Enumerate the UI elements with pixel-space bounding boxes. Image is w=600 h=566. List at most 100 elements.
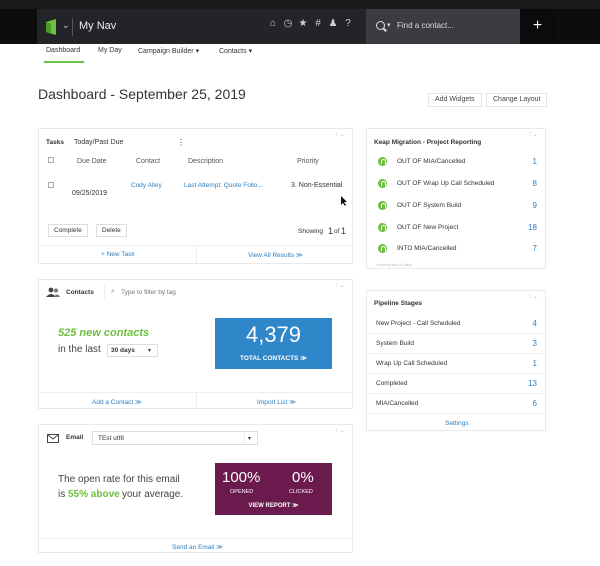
keap-row-value[interactable]: 9 — [517, 201, 537, 210]
open-rate-line-2-prefix: is — [58, 489, 66, 500]
star-icon[interactable]: ★ — [298, 18, 308, 29]
opened-label: OPENED — [230, 489, 254, 495]
column-header-due-date[interactable]: Due Date — [77, 158, 107, 165]
home-icon[interactable]: ⌂ — [268, 18, 278, 29]
clock-icon[interactable]: ◷ — [283, 18, 293, 29]
pipeline-row-divider — [367, 413, 545, 414]
tasks-title: Tasks — [46, 139, 64, 146]
open-rate-line-1: The open rate for this email — [58, 474, 180, 485]
contacts-title-divider — [104, 285, 105, 299]
page-title: Dashboard - September 25, 2019 — [38, 86, 246, 102]
pipeline-settings-link[interactable]: Settings — [445, 420, 469, 427]
task-description-link[interactable]: Last Attempt: Quote Follo... — [184, 182, 263, 189]
select-all-checkbox[interactable] — [48, 157, 54, 163]
tasks-menu-icon[interactable]: ⋮ — [177, 138, 185, 147]
add-button[interactable]: + — [520, 9, 555, 44]
status-icon — [378, 157, 387, 166]
open-rate-line-2-suffix: your average. — [122, 489, 184, 500]
add-widgets-button[interactable]: Add Widgets — [428, 93, 482, 107]
keap-row-label: OUT OF System Build — [397, 202, 462, 209]
import-list-link[interactable]: Import List ≫ — [257, 398, 296, 406]
email-title: Email — [66, 434, 84, 441]
email-select[interactable]: TEst utf8 ▾ — [92, 431, 258, 445]
app-window: ⌄ My Nav ⌂ ◷ ★ # ♟ ? ▾ + Dashboard My Da… — [0, 0, 600, 566]
keap-widget-tools-icon[interactable]: ⁝ ⌄ — [529, 131, 538, 138]
pipeline-stage-value[interactable]: 13 — [517, 379, 537, 388]
pipeline-widget-tools-icon[interactable]: ⁝ ⌄ — [529, 293, 538, 300]
clicked-label: CLICKED — [289, 489, 313, 495]
period-value: 30 days — [111, 347, 135, 354]
person-icon[interactable]: ♟ — [328, 18, 338, 29]
email-widget-tools-icon[interactable]: ⁝ ⌄ — [336, 427, 345, 434]
task-row-checkbox[interactable] — [48, 182, 54, 188]
column-header-contact[interactable]: Contact — [136, 158, 160, 165]
keap-row-label: OUT OF Wrap Up Call Scheduled — [397, 180, 495, 187]
total-contacts-label: TOTAL CONTACTS ≫ — [240, 355, 307, 362]
task-due-date: 09/25/2019 — [72, 190, 108, 197]
column-header-description[interactable]: Description — [188, 158, 223, 165]
search-chevron-down-icon[interactable]: ▾ — [387, 21, 391, 29]
pipeline-stage-value[interactable]: 1 — [517, 359, 537, 368]
pipeline-stage-value[interactable]: 6 — [517, 399, 537, 408]
email-select-value: TEst utf8 — [98, 435, 125, 442]
add-contact-link[interactable]: Add a Contact ≫ — [92, 398, 142, 406]
pipeline-stage-value[interactable]: 4 — [517, 319, 537, 328]
contacts-footer-separator — [196, 392, 197, 408]
app-logo-icon[interactable] — [44, 19, 58, 35]
tab-dashboard[interactable]: Dashboard — [46, 47, 80, 54]
status-icon — [378, 179, 387, 188]
view-report-link[interactable]: VIEW REPORT ≫ — [215, 502, 332, 509]
keap-migration-title: Keap Migration - Project Reporting — [374, 139, 482, 146]
showing-prefix: Showing — [298, 228, 323, 235]
keap-row-value[interactable]: 7 — [517, 244, 537, 253]
tag-filter-input[interactable] — [121, 287, 231, 297]
column-header-priority[interactable]: Priority — [297, 158, 319, 165]
total-contacts-box[interactable]: 4,379 TOTAL CONTACTS ≫ — [215, 318, 332, 369]
email-report-box[interactable]: 100% OPENED 0% CLICKED VIEW REPORT ≫ — [215, 463, 332, 515]
status-icon — [378, 201, 387, 210]
email-footer-divider — [39, 538, 352, 539]
logo-chevron-down-icon[interactable]: ⌄ — [62, 20, 70, 31]
contacts-widget-tools-icon[interactable]: ⁝ ⌄ — [336, 282, 345, 289]
pipeline-stages-title: Pipeline Stages — [374, 300, 423, 307]
tab-campaign-builder[interactable]: Campaign Builder ▾ — [138, 47, 199, 55]
contacts-people-icon — [46, 287, 60, 297]
email-select-divider — [244, 433, 245, 444]
tab-my-day[interactable]: My Day — [98, 47, 122, 54]
view-all-results-link[interactable]: View All Results ≫ — [248, 251, 303, 259]
clicked-value: 0% — [292, 469, 314, 486]
contacts-title: Contacts — [66, 289, 94, 296]
pipeline-stage-label: MIA/Cancelled — [376, 400, 419, 407]
email-envelope-icon — [47, 434, 59, 443]
tag-filter-icon[interactable]: ⌕ — [111, 288, 115, 296]
open-rate-highlight: 55% above — [68, 489, 120, 500]
in-the-last-label: in the last — [58, 344, 101, 355]
keap-row-value[interactable]: 18 — [517, 223, 537, 232]
search-input[interactable] — [397, 21, 512, 30]
keap-row-value[interactable]: 8 — [517, 179, 537, 188]
nav-title[interactable]: My Nav — [79, 20, 116, 32]
widget-tools-icon[interactable]: ⁝ ⌄ — [336, 131, 345, 138]
delete-button[interactable]: Delete — [96, 224, 127, 237]
complete-button[interactable]: Complete — [48, 224, 88, 237]
pipeline-row-divider — [367, 353, 545, 354]
keap-row-label: OUT OF New Project — [397, 224, 459, 231]
keap-row-value[interactable]: 1 — [517, 157, 537, 166]
period-select[interactable]: 30 days ▾ — [107, 344, 158, 357]
tasks-filter[interactable]: Today/Past Due — [74, 139, 123, 146]
showing-page: 1 — [328, 226, 334, 236]
showing-of: of — [334, 228, 340, 235]
send-email-link[interactable]: Send an Email ≫ — [172, 543, 223, 551]
pipeline-stage-label: Wrap Up Call Scheduled — [376, 360, 448, 367]
tasks-footer-separator — [196, 245, 197, 263]
search-icon[interactable] — [376, 21, 385, 30]
change-layout-button[interactable]: Change Layout — [486, 93, 548, 107]
pipeline-stage-label: System Build — [376, 340, 414, 347]
new-task-link[interactable]: + New Task — [101, 251, 135, 258]
opened-value: 100% — [222, 469, 261, 486]
help-icon[interactable]: ? — [343, 18, 353, 29]
tab-contacts[interactable]: Contacts ▾ — [219, 47, 252, 55]
task-contact-link[interactable]: Cody Alley — [131, 182, 162, 189]
hashtag-icon[interactable]: # — [313, 18, 323, 29]
pipeline-stage-value[interactable]: 3 — [517, 339, 537, 348]
